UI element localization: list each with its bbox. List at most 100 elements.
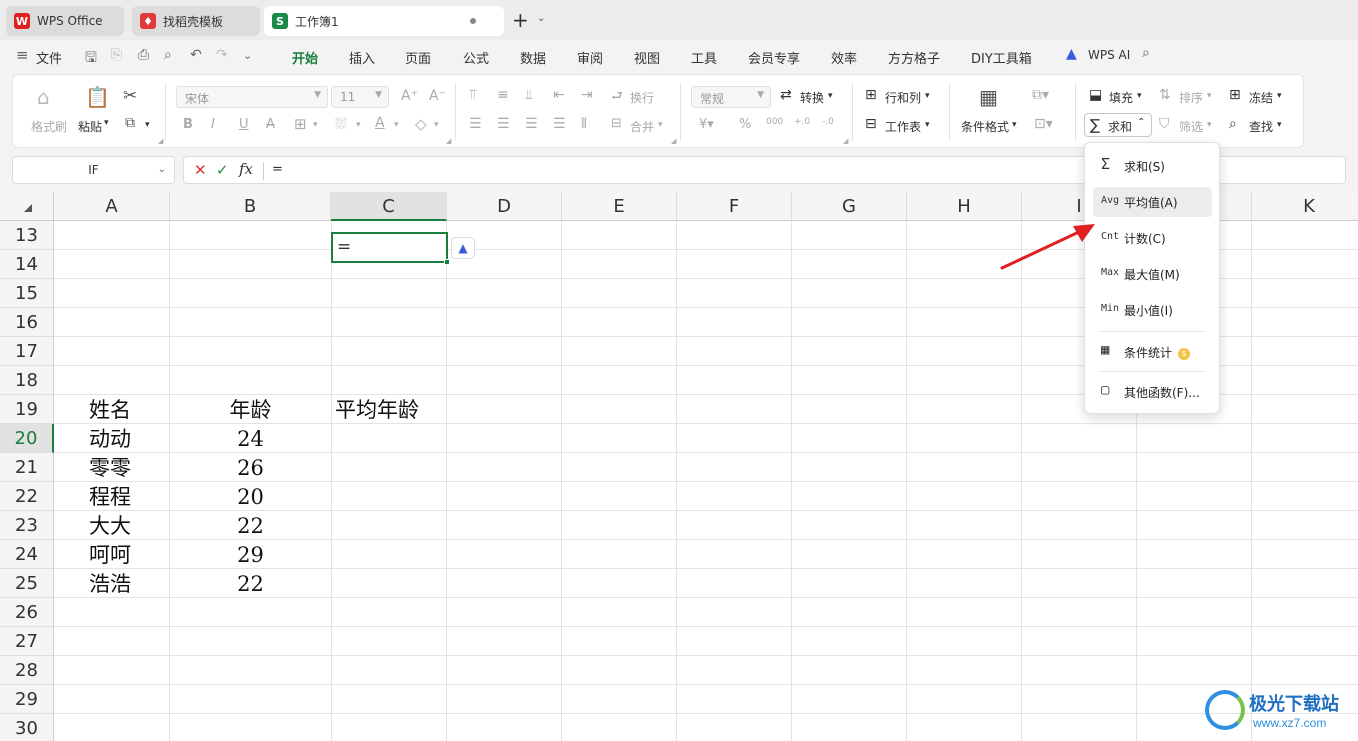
cell-b20[interactable]: 24	[170, 424, 331, 453]
menu-item-other-functions[interactable]: ▢ 其他函数(F)...	[1093, 377, 1212, 407]
cell-b25[interactable]: 22	[170, 569, 331, 598]
row-header[interactable]: 24	[0, 540, 54, 569]
cell-b19[interactable]: 年龄	[170, 395, 331, 424]
font-size-select[interactable]: 11 ▼	[331, 86, 389, 108]
conditional-format-icon[interactable]: ▦	[979, 85, 998, 109]
wrap-button[interactable]: 换行	[630, 89, 654, 106]
merge-icon[interactable]: ⊟	[611, 116, 622, 131]
merge-button[interactable]: 合并	[630, 118, 654, 135]
align-top-icon[interactable]: ⫪	[469, 87, 477, 103]
sum-button[interactable]: ∑ 求和 ⌃	[1084, 113, 1152, 137]
col-header-d[interactable]: D	[447, 192, 562, 221]
indent-increase-icon[interactable]: ⇥	[581, 87, 593, 103]
col-header-k[interactable]: K	[1252, 192, 1358, 221]
font-color-icon[interactable]: A	[375, 115, 385, 131]
align-left-icon[interactable]: ☰	[469, 116, 482, 132]
align-bottom-icon[interactable]: ⫫	[525, 87, 533, 103]
cell-b21[interactable]: 26	[170, 453, 331, 482]
row-header[interactable]: 23	[0, 511, 54, 540]
paste-icon[interactable]: 📋	[85, 85, 110, 109]
menu-home[interactable]: 开始	[292, 48, 318, 67]
copy-icon[interactable]: ⧉	[125, 115, 135, 131]
print-preview-icon[interactable]: ⌕	[164, 47, 172, 63]
align-right-icon[interactable]: ☰	[525, 116, 538, 132]
row-header[interactable]: 21	[0, 453, 54, 482]
cell-a24[interactable]: 呵呵	[89, 540, 131, 569]
row-header[interactable]: 27	[0, 627, 54, 656]
wps-ai-icon[interactable]: ▲	[1066, 46, 1077, 62]
percent-icon[interactable]: %	[739, 117, 751, 132]
cell-a21[interactable]: 零零	[89, 453, 131, 482]
chevron-down-icon[interactable]: ▾	[434, 120, 439, 130]
row-header[interactable]: 13	[0, 221, 54, 250]
chevron-down-icon[interactable]: ▾	[145, 120, 150, 130]
distributed-icon[interactable]: ⫴	[581, 116, 587, 132]
tab-workbook[interactable]: S 工作簿1	[264, 6, 504, 36]
cell-a20[interactable]: 动动	[89, 424, 131, 453]
hamburger-icon[interactable]: ≡	[16, 46, 29, 64]
confirm-icon[interactable]: ✓	[216, 161, 229, 179]
menu-diy-toolbox[interactable]: DIY工具箱	[971, 48, 1032, 67]
chevron-down-icon[interactable]: ▾	[658, 120, 663, 130]
cell-a25[interactable]: 浩浩	[89, 569, 131, 598]
menu-fangfang[interactable]: 方方格子	[888, 48, 940, 67]
number-format-select[interactable]: 常规 ▼	[691, 86, 771, 108]
justify-icon[interactable]: ☰	[553, 116, 566, 132]
name-box[interactable]: IF ⌄	[12, 156, 175, 184]
chevron-down-icon[interactable]: ▾	[1277, 91, 1282, 101]
filter-icon[interactable]: ⛉	[1159, 116, 1170, 132]
rows-cols-icon[interactable]: ⊞	[865, 87, 877, 103]
align-middle-icon[interactable]: ≡	[497, 87, 509, 103]
filter-button[interactable]: 筛选	[1179, 118, 1203, 135]
increase-decimal-icon[interactable]: +.0	[794, 117, 810, 127]
table-style-icon[interactable]: ⧉▾	[1032, 87, 1049, 103]
find-button[interactable]: 查找	[1249, 118, 1273, 135]
col-header-b[interactable]: B	[170, 192, 331, 221]
chevron-down-icon[interactable]: ▾	[1277, 120, 1282, 130]
decrease-decimal-icon[interactable]: -.0	[822, 117, 834, 127]
font-grow-icon[interactable]: A⁺	[401, 88, 418, 104]
menu-efficiency[interactable]: 效率	[831, 48, 857, 67]
menu-item-count[interactable]: Cnt 计数(C)	[1093, 223, 1212, 253]
row-header[interactable]: 26	[0, 598, 54, 627]
indent-decrease-icon[interactable]: ⇤	[553, 87, 565, 103]
align-center-icon[interactable]: ☰	[497, 116, 510, 132]
redo-icon[interactable]: ↷	[216, 47, 228, 63]
menu-insert[interactable]: 插入	[349, 48, 375, 67]
row-header-selected[interactable]: 20	[0, 424, 54, 453]
cell-a23[interactable]: 大大	[89, 511, 131, 540]
chevron-down-icon[interactable]: ▾	[925, 120, 930, 130]
bold-icon[interactable]: B	[183, 117, 193, 132]
row-header[interactable]: 16	[0, 308, 54, 337]
chevron-down-icon[interactable]: ▾	[104, 118, 109, 128]
export-icon[interactable]: ⎘	[111, 47, 122, 63]
expand-icon[interactable]: ◢	[158, 137, 163, 145]
menu-data[interactable]: 数据	[520, 48, 546, 67]
col-header-a[interactable]: A	[54, 192, 170, 221]
menu-item-conditional-stats[interactable]: ▦ 条件统计 $	[1093, 337, 1212, 367]
wps-ai-cell-icon[interactable]: ▲	[451, 237, 475, 259]
strikethrough-icon[interactable]: A	[266, 117, 275, 132]
cell-b22[interactable]: 20	[170, 482, 331, 511]
row-header[interactable]: 28	[0, 656, 54, 685]
row-header[interactable]: 29	[0, 685, 54, 714]
chevron-down-icon[interactable]: ▾	[1207, 120, 1212, 130]
underline-icon[interactable]: U	[239, 117, 249, 132]
clear-format-icon[interactable]: ◇	[415, 115, 427, 133]
row-header[interactable]: 17	[0, 337, 54, 366]
rows-cols-button[interactable]: 行和列	[885, 89, 921, 106]
convert-icon[interactable]: ⇄	[780, 87, 792, 103]
chevron-down-icon[interactable]: ▾	[356, 120, 361, 130]
menu-item-max[interactable]: Max 最大值(M)	[1093, 259, 1212, 289]
formula-input[interactable]: =	[272, 162, 283, 177]
chevron-down-icon[interactable]: ▾	[925, 91, 930, 101]
font-name-select[interactable]: 宋体 ▼	[176, 86, 328, 108]
worksheet-button[interactable]: 工作表	[885, 118, 921, 135]
freeze-button[interactable]: 冻结	[1249, 89, 1273, 106]
fill-color-icon[interactable]: ⛆	[335, 115, 347, 133]
row-header[interactable]: 25	[0, 569, 54, 598]
chevron-down-icon[interactable]: ▾	[1012, 120, 1017, 130]
sort-button[interactable]: 排序	[1179, 89, 1203, 106]
row-header[interactable]: 30	[0, 714, 54, 741]
sort-icon[interactable]: ⇅	[1159, 87, 1171, 103]
